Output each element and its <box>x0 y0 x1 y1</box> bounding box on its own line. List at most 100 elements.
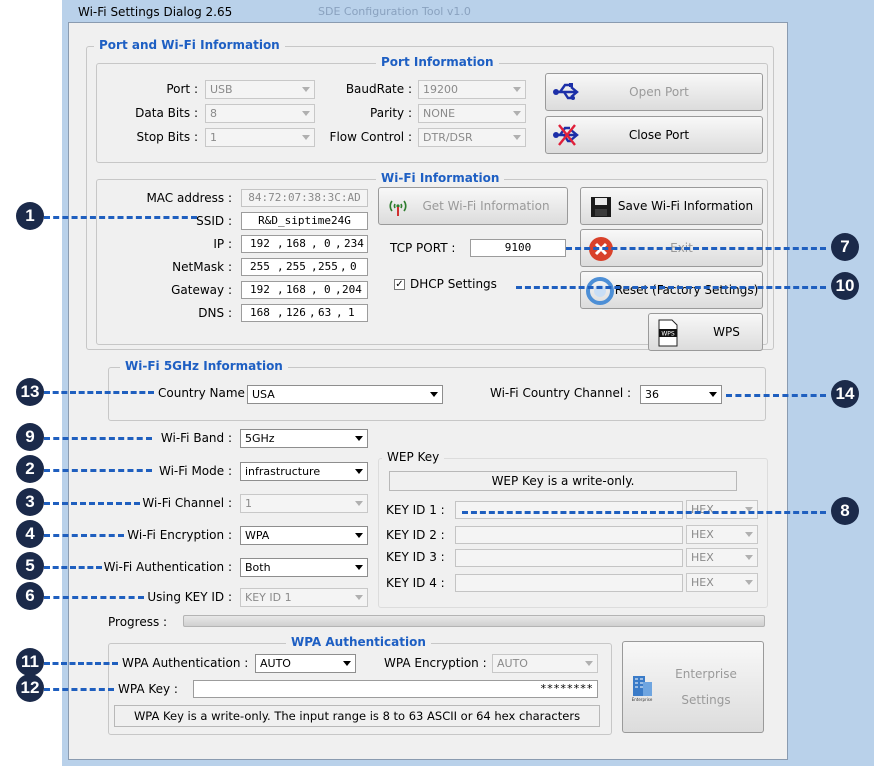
netmask-label: NetMask : <box>172 260 232 274</box>
close-port-button[interactable]: Close Port <box>545 116 763 154</box>
country-name-select[interactable]: USA <box>247 385 443 404</box>
key-id-1-field[interactable] <box>455 501 683 519</box>
wifi-band-value: 5GHz <box>245 432 275 445</box>
chevron-down-icon <box>355 501 363 506</box>
netmask-octet-3: 255 <box>318 260 338 273</box>
callout-badge-12: 12 <box>16 674 44 702</box>
dhcp-label: DHCP Settings <box>410 277 497 291</box>
callout-leader-3 <box>44 502 140 505</box>
dns-octet-3: 63 <box>318 306 332 319</box>
mac-address-field[interactable]: 84:72:07:38:3C:AD <box>241 189 368 207</box>
enterprise-settings-button[interactable]: Enterprise Enterprise Settings <box>622 641 764 733</box>
key-id-4-format-select[interactable]: HEX <box>686 573 758 592</box>
callout-leader-13 <box>44 391 154 394</box>
ip-octet-3: 0 <box>324 237 331 250</box>
wifi-auth-select[interactable]: Both <box>240 558 368 577</box>
enterprise-label-2: Settings <box>681 693 731 707</box>
chevron-down-icon <box>355 565 363 570</box>
netmask-octet-4: 0 <box>350 260 357 273</box>
baudrate-value: 19200 <box>423 83 458 96</box>
key-id-4-field[interactable] <box>455 574 683 592</box>
chevron-down-icon <box>302 135 310 140</box>
callout-badge-14: 14 <box>831 380 859 408</box>
wifi-channel-value: 1 <box>245 497 252 510</box>
dhcp-checkbox[interactable]: ✓ <box>394 279 405 290</box>
wpa-enc-select[interactable]: AUTO <box>492 654 598 673</box>
using-keyid-value: KEY ID 1 <box>245 591 292 604</box>
wpa-enc-label: WPA Encryption : <box>384 656 487 670</box>
callout-leader-4 <box>44 534 124 537</box>
databits-value: 8 <box>210 107 217 120</box>
key-id-1-label: KEY ID 1 : <box>386 503 445 517</box>
ip-dot: , <box>277 283 284 296</box>
wpa-auth-select[interactable]: AUTO <box>255 654 356 673</box>
key-id-2-format-select[interactable]: HEX <box>686 525 758 544</box>
chevron-down-icon <box>513 87 521 92</box>
key-id-1-format: HEX <box>691 503 714 516</box>
key-id-2-format: HEX <box>691 528 714 541</box>
chevron-down-icon <box>355 469 363 474</box>
key-id-3-label: KEY ID 3 : <box>386 550 445 564</box>
tcp-port-field[interactable]: 9100 <box>470 239 566 257</box>
wifi-5ghz-title: Wi-Fi 5GHz Information <box>120 359 288 373</box>
wifi-auth-label: Wi-Fi Authentication : <box>103 560 232 574</box>
wps-button[interactable]: WPS WPS <box>648 313 763 351</box>
baudrate-select[interactable]: 19200 <box>418 80 526 99</box>
stopbits-value: 1 <box>210 131 217 144</box>
ssid-field[interactable]: R&D_siptime24G <box>241 212 368 230</box>
gateway-octet-3: 0 <box>324 283 331 296</box>
usb-disconnect-icon <box>552 121 582 152</box>
save-wifi-info-label: Save Wi-Fi Information <box>617 199 754 213</box>
wps-label: WPS <box>713 325 740 339</box>
ip-dot: , <box>311 283 318 296</box>
stopbits-select[interactable]: 1 <box>205 128 315 147</box>
key-id-3-field[interactable] <box>455 549 683 567</box>
ip-address-field[interactable]: 192, 168, 0, 234 <box>241 235 368 253</box>
get-wifi-info-button[interactable]: Get Wi-Fi Information <box>378 187 568 225</box>
gateway-field[interactable]: 192, 168, 0, 204 <box>241 281 368 299</box>
databits-label: Data Bits : <box>135 106 198 120</box>
background-window-title: SDE Configuration Tool v1.0 <box>318 5 471 18</box>
key-id-1-format-select[interactable]: HEX <box>686 500 758 519</box>
key-id-3-format-select[interactable]: HEX <box>686 548 758 567</box>
ip-dot: , <box>277 306 284 319</box>
wpa-key-field[interactable]: ******** <box>193 680 598 698</box>
wep-note: WEP Key is a write-only. <box>389 471 737 491</box>
wifi-channel-select[interactable]: 1 <box>240 494 368 513</box>
port-info-title: Port Information <box>376 55 499 69</box>
refresh-icon <box>585 276 615 309</box>
reset-factory-button[interactable]: Reset (Factory Settings) <box>580 271 763 309</box>
callout-leader-6 <box>44 596 144 599</box>
flowcontrol-select[interactable]: DTR/DSR <box>418 128 526 147</box>
parity-select[interactable]: NONE <box>418 104 526 123</box>
wifi-encryption-select[interactable]: WPA <box>240 526 368 545</box>
svg-text:WPS: WPS <box>661 331 675 338</box>
wpa-auth-value: AUTO <box>260 657 291 670</box>
wifi-mode-select[interactable]: infrastructure <box>240 462 368 481</box>
netmask-field[interactable]: 255, 255, 255, 0 <box>241 258 368 276</box>
wpa-auth-title: WPA Authentication <box>286 635 431 649</box>
callout-leader-1 <box>44 216 197 219</box>
callout-badge-4: 4 <box>16 520 44 548</box>
callout-leader-11 <box>44 662 118 665</box>
key-id-2-field[interactable] <box>455 526 683 544</box>
progress-label: Progress : <box>108 615 168 629</box>
databits-select[interactable]: 8 <box>205 104 315 123</box>
using-keyid-select[interactable]: KEY ID 1 <box>240 588 368 607</box>
dns-field[interactable]: 168, 126, 63, 1 <box>241 304 368 322</box>
ip-dot: , <box>311 237 318 250</box>
chevron-down-icon <box>709 392 717 397</box>
open-port-button[interactable]: Open Port <box>545 73 763 111</box>
ip-dot: , <box>336 306 343 319</box>
country-channel-select[interactable]: 36 <box>640 385 722 404</box>
dns-label: DNS : <box>198 306 232 320</box>
callout-badge-3: 3 <box>16 488 44 516</box>
save-wifi-info-button[interactable]: Save Wi-Fi Information <box>580 187 763 225</box>
parity-value: NONE <box>423 107 456 120</box>
key-id-4-label: KEY ID 4 : <box>386 576 445 590</box>
port-select[interactable]: USB <box>205 80 315 99</box>
wifi-band-select[interactable]: 5GHz <box>240 429 368 448</box>
wpa-enc-value: AUTO <box>497 657 528 670</box>
netmask-octet-2: 255 <box>286 260 306 273</box>
chevron-down-icon <box>343 661 351 666</box>
